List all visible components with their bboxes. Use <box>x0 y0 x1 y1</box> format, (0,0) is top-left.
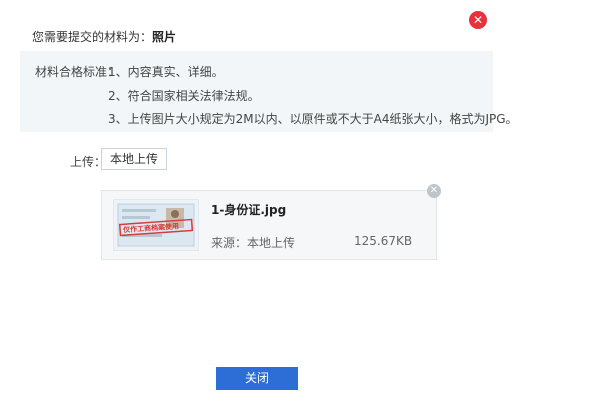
criteria-item-2: 2、符合国家相关法律法规。 <box>108 89 260 103</box>
file-name: 1-身份证.jpg <box>211 203 287 217</box>
required-material-prefix: 您需要提交的材料为： <box>32 30 153 44</box>
close-button[interactable]: 关闭 <box>216 367 298 390</box>
uploaded-file-card: 仅作工商档案使用 1-身份证.jpg 来源：本地上传 125.67KB <box>101 190 437 260</box>
file-size: 125.67KB <box>354 234 413 248</box>
criteria-label: 材料合格标准： <box>35 65 120 79</box>
file-source: 来源：本地上传 <box>211 236 296 250</box>
required-material-title: 您需要提交的材料为：照片 <box>32 28 176 45</box>
local-upload-button[interactable]: 本地上传 <box>101 148 167 170</box>
criteria-item-3: 3、上传图片大小规定为2M以内、以原件或不大于A4纸张大小，格式为JPG。 <box>108 112 518 126</box>
id-card-thumbnail-image: 仅作工商档案使用 <box>117 203 195 247</box>
remove-file-icon[interactable]: ✕ <box>427 184 441 198</box>
file-thumbnail[interactable]: 仅作工商档案使用 <box>113 199 199 251</box>
criteria-item-1: 1、内容真实、详细。 <box>108 65 224 79</box>
close-icon[interactable]: ✕ <box>469 11 487 29</box>
criteria-box: 材料合格标准： 1、内容真实、详细。 2、符合国家相关法律法规。 3、上传图片大… <box>20 51 518 132</box>
required-material-name: 照片 <box>152 30 177 44</box>
